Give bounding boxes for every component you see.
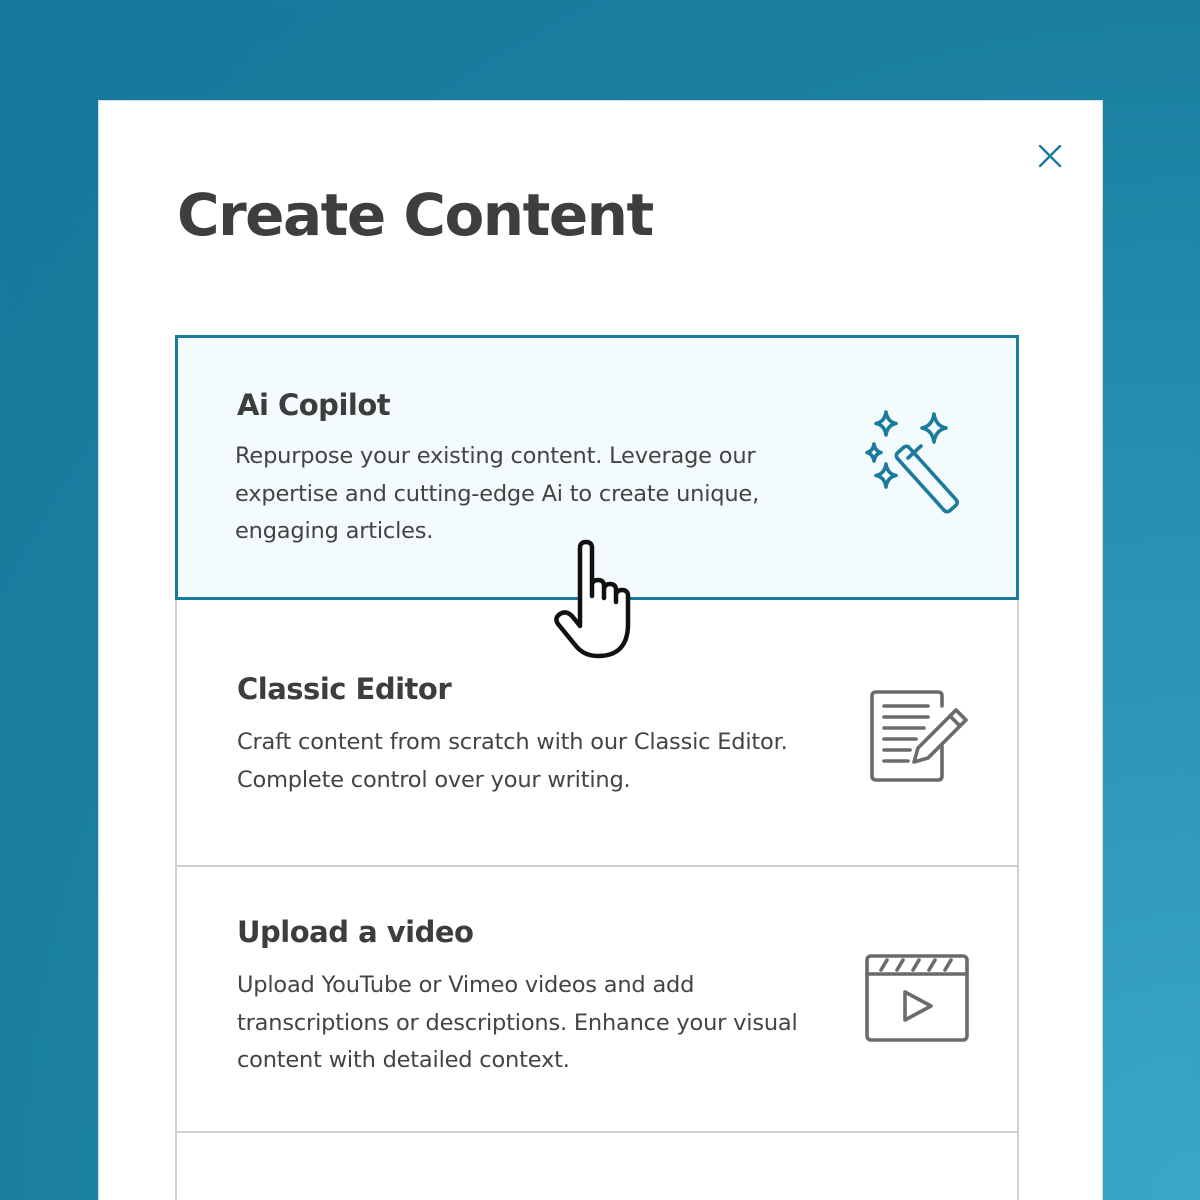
option-title: Classic Editor xyxy=(237,672,452,706)
option-upload-video[interactable]: Upload a video Upload YouTube or Vimeo v… xyxy=(175,867,1019,1133)
option-description: Upload YouTube or Vimeo videos and add t… xyxy=(237,972,798,1073)
option-ai-copilot[interactable]: Ai Copilot Repurpose your existing conte… xyxy=(175,335,1019,600)
magic-wand-icon xyxy=(864,408,972,516)
modal-title: Create Content xyxy=(177,181,654,249)
document-edit-icon xyxy=(870,688,970,784)
option-title: Ai Copilot xyxy=(237,388,391,422)
option-description: Craft content from scratch with our Clas… xyxy=(237,729,788,793)
close-icon[interactable] xyxy=(1035,141,1065,171)
option-title: Upload a video xyxy=(237,915,474,949)
option-more[interactable] xyxy=(175,1133,1019,1200)
create-content-modal: Create Content Ai Copilot Repurpose your… xyxy=(98,100,1103,1200)
close-button[interactable] xyxy=(1035,141,1065,171)
video-clapper-icon xyxy=(865,954,971,1044)
content-options-list: Ai Copilot Repurpose your existing conte… xyxy=(175,335,1019,1200)
option-classic-editor[interactable]: Classic Editor Craft content from scratc… xyxy=(175,600,1019,867)
option-description: Repurpose your existing content. Leverag… xyxy=(235,443,760,544)
